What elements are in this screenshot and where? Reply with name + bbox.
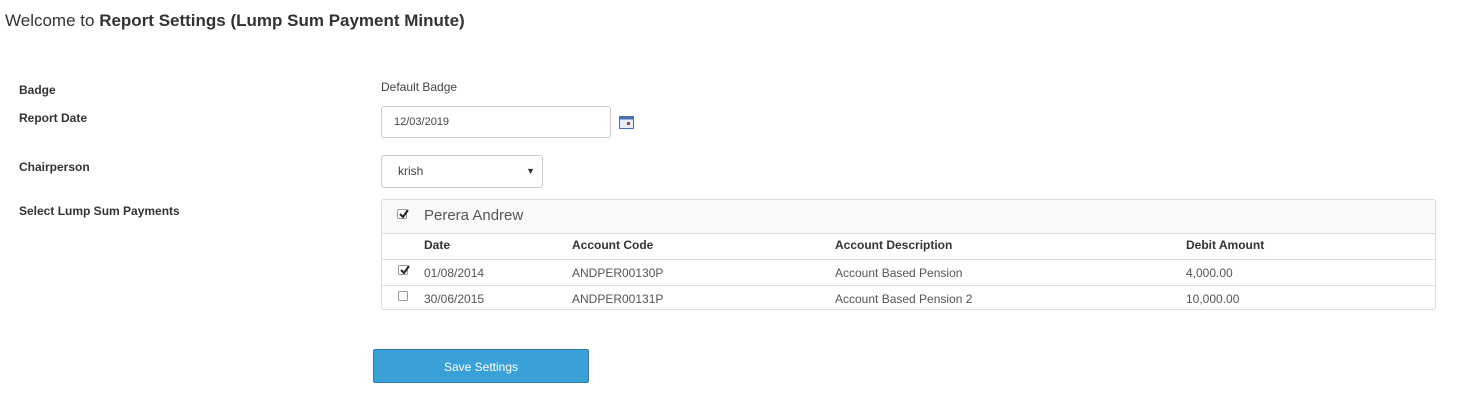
chevron-down-icon: ▼ <box>526 166 535 176</box>
row-amount: 10,000.00 <box>1186 292 1240 306</box>
group-checkbox[interactable] <box>397 209 409 219</box>
payments-panel: Perera Andrew Date Account Code Account … <box>381 199 1436 310</box>
report-date-label: Report Date <box>19 111 88 125</box>
badge-value: Default Badge <box>381 80 458 94</box>
calendar-icon[interactable] <box>619 116 634 129</box>
table-row: 30/06/2015 ANDPER00131P Account Based Pe… <box>382 285 1435 309</box>
report-date-input[interactable] <box>381 106 611 138</box>
chairperson-select[interactable]: krish ▼ <box>381 155 543 188</box>
title-bold: Report Settings (Lump Sum Payment Minute… <box>99 11 465 30</box>
check-icon <box>399 209 409 219</box>
chairperson-selected: krish <box>398 164 424 178</box>
check-icon <box>400 265 410 275</box>
row-code: ANDPER00130P <box>572 266 664 280</box>
row-date: 30/06/2015 <box>424 292 485 306</box>
table-row: 01/08/2014 ANDPER00130P Account Based Pe… <box>382 259 1435 286</box>
col-debit-amount: Debit Amount <box>1186 238 1265 252</box>
payments-group-header: Perera Andrew <box>382 200 1435 234</box>
row-description: Account Based Pension 2 <box>835 292 973 306</box>
col-account-description: Account Description <box>835 238 953 252</box>
row-amount: 4,000.00 <box>1186 266 1233 280</box>
row-description: Account Based Pension <box>835 266 963 280</box>
row-date: 01/08/2014 <box>424 266 485 280</box>
table-header: Date Account Code Account Description De… <box>382 233 1435 260</box>
group-name: Perera Andrew <box>424 207 524 224</box>
col-date: Date <box>424 238 451 252</box>
row-code: ANDPER00131P <box>572 292 664 306</box>
title-prefix: Welcome to <box>5 11 95 30</box>
row-checkbox[interactable] <box>398 265 410 275</box>
col-account-code: Account Code <box>572 238 654 252</box>
save-settings-button[interactable]: Save Settings <box>373 349 589 383</box>
badge-label: Badge <box>19 83 56 97</box>
page-title: Welcome to Report Settings (Lump Sum Pay… <box>5 11 465 31</box>
chairperson-label: Chairperson <box>19 160 90 174</box>
row-checkbox[interactable] <box>398 291 408 301</box>
payments-label: Select Lump Sum Payments <box>19 204 180 218</box>
